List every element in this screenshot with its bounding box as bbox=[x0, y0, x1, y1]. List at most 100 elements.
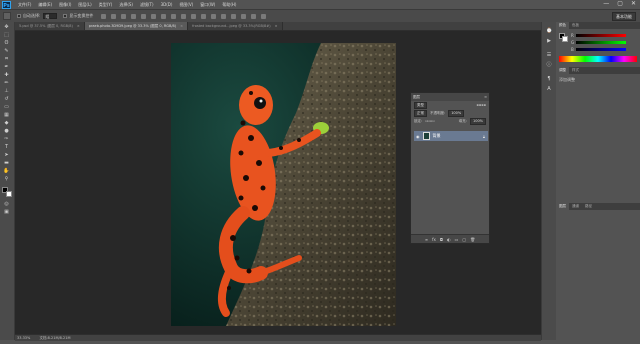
close-icon[interactable]: × bbox=[180, 22, 183, 30]
layer-item[interactable]: ◉ 背景 🔒︎ bbox=[414, 131, 488, 141]
quick-select-tool-icon[interactable]: ✎ bbox=[3, 49, 10, 54]
actions-panel-icon[interactable]: ▶ bbox=[546, 38, 552, 44]
visibility-eye-icon[interactable]: ◉ bbox=[416, 134, 420, 139]
layer-name[interactable]: 背景 bbox=[433, 133, 441, 139]
menu-help[interactable]: 帮助(H) bbox=[222, 2, 236, 8]
maximize-button[interactable]: ▢ bbox=[617, 1, 623, 7]
menu-file[interactable]: 文件(F) bbox=[18, 2, 31, 8]
background-color-swatch[interactable] bbox=[562, 36, 568, 42]
3d-mode-icon[interactable] bbox=[221, 13, 227, 19]
eraser-tool-icon[interactable]: ▭ bbox=[3, 105, 10, 110]
link-layers-icon[interactable]: ∞ bbox=[425, 237, 428, 242]
hand-tool-icon[interactable]: ✋ bbox=[3, 169, 10, 174]
dodge-tool-icon[interactable]: ● bbox=[3, 129, 10, 134]
brush-tool-icon[interactable]: ✏ bbox=[3, 81, 10, 86]
menu-type[interactable]: 类型(Y) bbox=[99, 2, 113, 8]
menu-view[interactable]: 视图(V) bbox=[179, 2, 193, 8]
tab-swatches[interactable]: 色板 bbox=[569, 22, 582, 29]
new-group-icon[interactable]: ▭ bbox=[455, 237, 459, 242]
document-tab[interactable]: 5.psd @ 37.5% (图层 0, RGB/8) × bbox=[15, 22, 85, 30]
menu-filter[interactable]: 滤镜(T) bbox=[140, 2, 154, 8]
lock-icons[interactable]: ▫▫▫▫ bbox=[425, 119, 435, 123]
3d-pan-icon[interactable] bbox=[251, 13, 257, 19]
close-icon[interactable]: × bbox=[77, 22, 80, 30]
distribute-top-icon[interactable] bbox=[161, 13, 167, 19]
pen-tool-icon[interactable]: ✑ bbox=[3, 137, 10, 142]
blue-slider[interactable] bbox=[576, 48, 626, 51]
tab-layers[interactable]: 图层 bbox=[556, 203, 569, 210]
blur-tool-icon[interactable]: ◆ bbox=[3, 121, 10, 126]
quick-mask-icon[interactable]: ◎ bbox=[3, 202, 10, 207]
3d-roll-icon[interactable] bbox=[241, 13, 247, 19]
move-tool-icon[interactable]: ✥ bbox=[3, 25, 10, 30]
3d-rotate-icon[interactable] bbox=[231, 13, 237, 19]
history-panel-icon[interactable]: ⌚ bbox=[546, 28, 552, 34]
layer-style-icon[interactable]: fx bbox=[432, 237, 436, 242]
info-panel-icon[interactable]: ⓘ bbox=[546, 62, 552, 68]
character-panel-icon[interactable]: A bbox=[546, 86, 552, 92]
new-layer-icon[interactable]: ▢ bbox=[462, 237, 466, 242]
tab-channels[interactable]: 通道 bbox=[569, 203, 582, 210]
align-top-icon[interactable] bbox=[101, 13, 107, 19]
adjustment-layer-icon[interactable]: ◐ bbox=[447, 237, 451, 242]
menu-select[interactable]: 选择(S) bbox=[119, 2, 133, 8]
add-mask-icon[interactable]: ◘ bbox=[440, 237, 443, 242]
menu-image[interactable]: 图像(I) bbox=[59, 2, 71, 8]
tab-adjustments[interactable]: 调整 bbox=[556, 67, 569, 74]
screen-mode-icon[interactable]: ▣ bbox=[3, 210, 10, 215]
auto-select-dropdown[interactable]: 组 bbox=[43, 13, 58, 19]
auto-select-checkbox[interactable] bbox=[17, 14, 21, 18]
color-swatches-icon[interactable] bbox=[2, 187, 12, 197]
fill-input[interactable]: 100% bbox=[469, 117, 486, 125]
document-tab-active[interactable]: praeb.photo.3D9D9.jpeg @ 33.3% (图层 0, RG… bbox=[84, 22, 189, 30]
menu-window[interactable]: 窗口(W) bbox=[200, 2, 215, 8]
shape-tool-icon[interactable]: ▬ bbox=[3, 161, 10, 166]
distribute-right-icon[interactable] bbox=[211, 13, 217, 19]
distribute-center-icon[interactable] bbox=[201, 13, 207, 19]
lasso-tool-icon[interactable]: ʘ bbox=[3, 41, 10, 46]
history-brush-tool-icon[interactable]: ↺ bbox=[3, 97, 10, 102]
crop-tool-icon[interactable]: ⌗ bbox=[3, 57, 10, 62]
frog-photo[interactable] bbox=[171, 43, 396, 326]
show-transform-checkbox[interactable] bbox=[63, 14, 68, 18]
green-slider[interactable] bbox=[576, 41, 626, 44]
gradient-tool-icon[interactable]: ▦ bbox=[3, 113, 10, 118]
menu-layer[interactable]: 图层(L) bbox=[78, 2, 91, 8]
panel-menu-icon[interactable]: ≡ bbox=[484, 95, 487, 99]
clone-stamp-tool-icon[interactable]: ⊥ bbox=[3, 89, 10, 94]
type-tool-icon[interactable]: T bbox=[3, 145, 10, 150]
path-select-tool-icon[interactable]: ➤ bbox=[3, 153, 10, 158]
distribute-left-icon[interactable] bbox=[191, 13, 197, 19]
blend-mode-select[interactable]: 正常 bbox=[414, 109, 427, 117]
close-button[interactable]: ✕ bbox=[631, 1, 636, 7]
eyedropper-tool-icon[interactable]: ✒ bbox=[3, 65, 10, 70]
align-middle-icon[interactable] bbox=[111, 13, 117, 19]
marquee-tool-icon[interactable]: ⬚ bbox=[3, 33, 10, 38]
align-left-icon[interactable] bbox=[131, 13, 137, 19]
workspace-switcher[interactable]: 基本功能 bbox=[612, 12, 636, 21]
align-right-icon[interactable] bbox=[151, 13, 157, 19]
delete-layer-icon[interactable]: 🗑︎ bbox=[470, 237, 475, 242]
red-slider[interactable] bbox=[576, 34, 626, 37]
move-tool-preset-icon[interactable] bbox=[3, 12, 11, 20]
paragraph-panel-icon[interactable]: ¶ bbox=[546, 76, 552, 82]
filter-icons[interactable]: ▪▪▪▪ bbox=[477, 103, 487, 107]
color-spectrum-bar[interactable] bbox=[559, 56, 637, 62]
menu-edit[interactable]: 编辑(E) bbox=[38, 2, 52, 8]
healing-brush-tool-icon[interactable]: ✚ bbox=[3, 73, 10, 78]
properties-panel-icon[interactable]: ☰ bbox=[546, 52, 552, 58]
align-center-icon[interactable] bbox=[141, 13, 147, 19]
3d-slide-icon[interactable] bbox=[261, 13, 267, 19]
opacity-input[interactable]: 100% bbox=[448, 109, 465, 117]
document-tab[interactable]: frosted background...jpeg @ 33.3%(RGB/8#… bbox=[188, 22, 283, 30]
distribute-middle-icon[interactable] bbox=[171, 13, 177, 19]
document-info[interactable]: 文档:8.21M/8.21M bbox=[39, 336, 70, 340]
layer-kind-filter[interactable]: 类型 bbox=[414, 101, 427, 109]
zoom-tool-icon[interactable]: ⚲ bbox=[3, 177, 10, 182]
tab-color[interactable]: 颜色 bbox=[556, 22, 569, 29]
minimize-button[interactable]: — bbox=[603, 1, 609, 7]
close-icon[interactable]: × bbox=[275, 22, 278, 30]
menu-3d[interactable]: 3D(D) bbox=[161, 2, 173, 7]
zoom-level[interactable]: 33.33% bbox=[17, 336, 30, 340]
tab-paths[interactable]: 路径 bbox=[582, 203, 595, 210]
